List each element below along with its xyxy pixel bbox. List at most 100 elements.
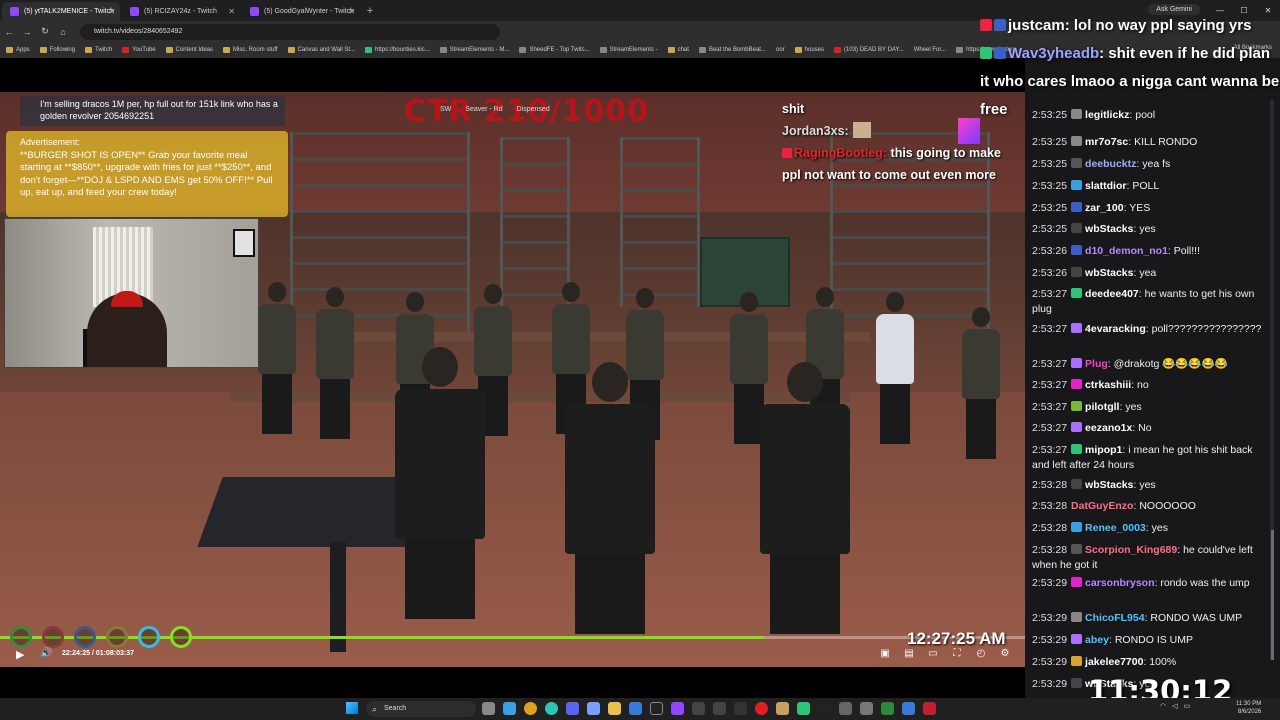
chat-message: 2:53:29 abey: RONDO IS UMP <box>1032 634 1193 646</box>
browser-tab-3[interactable]: (5) GoodGyalWynter - Twitch ✕ <box>242 2 360 21</box>
overlay-message: RagingBootleg: this going to make ppl no… <box>782 146 1001 182</box>
close-icon[interactable]: ✕ <box>348 2 355 21</box>
bookmark-item[interactable]: Apps <box>6 47 30 53</box>
theatre-icon[interactable]: ▤ <box>902 648 916 659</box>
badge-icon <box>1071 656 1083 666</box>
app-icon[interactable] <box>776 702 789 715</box>
wifi-icon[interactable]: ◠ <box>1160 702 1166 710</box>
speed-icon[interactable]: ◴ <box>974 648 988 659</box>
bookmark-item[interactable]: https://bounties.kic... <box>365 47 430 53</box>
scene-floor <box>0 392 1025 667</box>
bookmark-item[interactable]: Content Ideas <box>165 47 213 53</box>
bookmark-item[interactable]: StreamElements - <box>599 47 658 53</box>
app-icon[interactable] <box>839 702 852 715</box>
subtitles-icon[interactable]: ▭ <box>926 648 940 659</box>
chat-message: 2:53:25 wbStacks: yes <box>1032 223 1156 235</box>
youtube-icon <box>834 47 842 53</box>
badge-icon <box>1071 180 1083 190</box>
new-tab-button[interactable]: + <box>360 2 380 21</box>
bookmark-item[interactable]: houses <box>794 47 824 53</box>
play-icon[interactable]: ▶ <box>16 648 24 661</box>
bookmark-item[interactable]: Canvas and Wall St... <box>287 47 355 53</box>
close-icon[interactable]: ✕ <box>108 2 115 21</box>
game-character-front <box>565 362 655 634</box>
game-advertisement: Advertisement: **BURGER SHOT IS OPEN** G… <box>6 131 288 217</box>
home-icon[interactable]: ⌂ <box>54 27 72 37</box>
heart-badge-icon <box>782 148 792 158</box>
badge-icon <box>1071 422 1083 432</box>
chat-scrollbar-thumb[interactable] <box>1271 530 1274 660</box>
bookmark-item[interactable]: SheedFE - Top Twitc... <box>519 47 590 53</box>
close-icon[interactable]: ✕ <box>228 2 235 21</box>
bookmark-item[interactable]: Wheel For... <box>914 47 946 53</box>
bookmark-item[interactable]: YouTube <box>122 47 156 53</box>
xbox-icon[interactable] <box>713 702 726 715</box>
forward-icon[interactable]: → <box>18 27 36 37</box>
taskbar-search[interactable]: Search <box>366 701 476 717</box>
chat-message: 2:53:27 mipop1: i mean he got his shit ba… <box>1032 444 1253 471</box>
chat-message: 2:53:28 Renee_0003: yes <box>1032 522 1168 534</box>
link-icon <box>599 47 607 53</box>
twitch-icon[interactable] <box>671 702 684 715</box>
photos-icon[interactable] <box>629 702 642 715</box>
link-icon <box>365 47 373 53</box>
clip-icon[interactable]: ▣ <box>878 648 892 659</box>
badge-icon <box>1071 158 1083 168</box>
badge-icon <box>1071 379 1083 389</box>
app-icon[interactable] <box>902 702 915 715</box>
badge-icon <box>1071 323 1083 333</box>
discord-icon[interactable] <box>566 702 579 715</box>
chat-message: 2:53:26 wbStacks: yea <box>1032 267 1157 279</box>
game-character <box>316 287 354 439</box>
chat-message: 2:53:25 slattdior: POLL <box>1032 180 1160 192</box>
app-icon[interactable] <box>692 702 705 715</box>
steam-icon[interactable] <box>734 702 747 715</box>
game-character <box>962 307 1000 459</box>
file-explorer-icon[interactable] <box>608 702 621 715</box>
tab-title: (5) RCIZAY24z - Twitch <box>144 8 217 15</box>
fullscreen-icon[interactable]: ⛶ <box>950 648 964 659</box>
speaker-icon[interactable]: ◁ <box>1172 702 1177 710</box>
reload-icon[interactable]: ↻ <box>36 26 54 37</box>
bookmark-item[interactable]: Misc. Room stuff <box>223 47 278 53</box>
app-icon[interactable] <box>797 702 810 715</box>
app-icon[interactable] <box>650 702 663 715</box>
browser-tab-2[interactable]: (5) RCIZAY24z - Twitch ✕ <box>122 2 240 21</box>
widgets-icon[interactable] <box>503 702 516 715</box>
badge-icon <box>1071 444 1083 454</box>
folder-icon <box>39 47 47 53</box>
address-bar[interactable]: twitch.tv/videos/2840652492 <box>80 23 500 40</box>
bookmark-item[interactable]: Twitch <box>85 47 112 53</box>
webcam-overlay <box>4 218 259 368</box>
back-icon[interactable]: ← <box>0 27 18 37</box>
settings-icon[interactable] <box>860 702 873 715</box>
volume-icon[interactable]: 🔊 <box>40 648 52 659</box>
copilot-icon[interactable] <box>587 702 600 715</box>
task-view-icon[interactable] <box>482 702 495 715</box>
obs-icon[interactable] <box>755 702 768 715</box>
badge-icon <box>1071 136 1083 146</box>
taskbar-clock[interactable]: 11:30 PM 8/6/2026 <box>1236 700 1261 716</box>
twitch-icon <box>10 7 19 16</box>
app-icon[interactable] <box>818 702 831 715</box>
bookmark-item[interactable]: Following <box>39 47 75 53</box>
badge-icon <box>1071 678 1083 688</box>
settings-icon[interactable]: ⚙ <box>998 648 1012 659</box>
badge-icon <box>1071 479 1083 489</box>
bookmark-item[interactable]: oor <box>776 47 785 53</box>
windows-start-icon[interactable] <box>346 702 358 714</box>
bookmark-item[interactable]: chat <box>667 47 689 53</box>
folder-icon <box>223 47 230 53</box>
webcam-wall-frame <box>233 229 255 257</box>
edge-icon[interactable] <box>545 702 558 715</box>
app-icon[interactable] <box>881 702 894 715</box>
app-icon[interactable] <box>923 702 936 715</box>
badge-icon <box>1071 544 1083 554</box>
browser-tab-1[interactable]: (5) ytTALK2MENICE - Twitch ✕ <box>2 2 120 21</box>
battery-icon[interactable]: ▭ <box>1184 702 1191 710</box>
bookmark-item[interactable]: (103) DEAD BY DAY... <box>834 47 904 53</box>
video-player[interactable]: CTR 210/1000 SW Seaver - Rd Dispensed I'… <box>0 92 1025 667</box>
bookmark-item[interactable]: Beat the BombBeat... <box>698 47 766 53</box>
chrome-icon[interactable] <box>524 702 537 715</box>
bookmark-item[interactable]: StreamElements - M... <box>439 47 509 53</box>
